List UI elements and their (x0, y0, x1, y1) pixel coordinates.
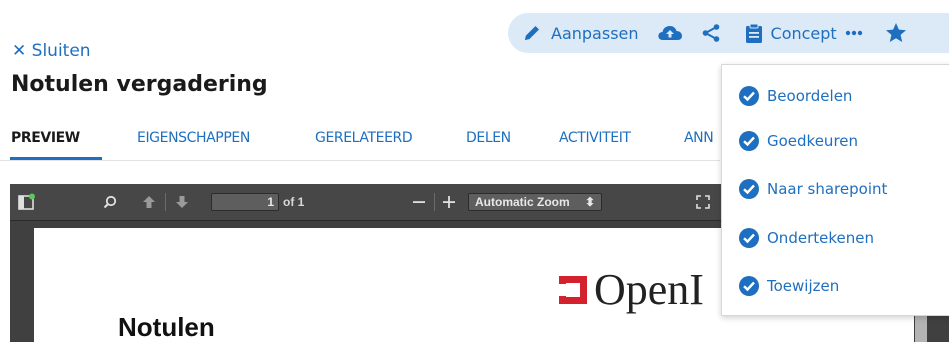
previous-page-icon[interactable] (142, 195, 156, 209)
check-circle-icon (739, 228, 759, 248)
sidebar-toggle-icon[interactable] (18, 193, 36, 211)
menu-item-naar-sharepoint[interactable]: Naar sharepoint (738, 176, 887, 202)
check-circle-icon (739, 179, 759, 199)
toolbar-separator (434, 193, 435, 211)
close-link[interactable]: ✕ Sluiten (12, 41, 91, 61)
menu-item-label: Ondertekenen (767, 229, 874, 247)
favorite-button[interactable] (885, 22, 907, 44)
edit-button[interactable]: Aanpassen (522, 23, 639, 43)
tab-gerelateerd[interactable]: GERELATEERD (315, 130, 413, 146)
menu-item-goedkeuren[interactable]: Goedkeuren (738, 128, 858, 154)
page-number-input[interactable]: 1 (211, 193, 279, 211)
check-circle-icon (739, 131, 759, 151)
check-circle-icon (739, 86, 759, 106)
tab-eigenschappen[interactable]: EIGENSCHAPPEN (137, 130, 250, 146)
menu-item-label: Naar sharepoint (767, 180, 888, 198)
zoom-select[interactable]: Automatic Zoom ⬍ (468, 193, 602, 211)
action-toolbar: Aanpassen Concept (508, 13, 949, 53)
menu-item-label: Toewijzen (767, 277, 840, 295)
tab-bar: PREVIEW EIGENSCHAPPEN GERELATEERD DELEN … (0, 120, 720, 161)
status-button[interactable]: Concept (745, 23, 837, 43)
menu-item-label: Goedkeuren (767, 132, 859, 150)
status-actions-menu: Beoordelen Goedkeuren Naar sharepoint On… (721, 64, 949, 316)
tab-annotaties[interactable]: ANN (684, 130, 714, 146)
pencil-icon (525, 26, 539, 40)
clipboard-icon (745, 23, 762, 43)
share-button[interactable] (701, 23, 721, 43)
star-icon (885, 23, 906, 42)
active-tab-indicator (10, 157, 102, 160)
menu-item-ondertekenen[interactable]: Ondertekenen (738, 225, 874, 251)
search-icon[interactable] (103, 195, 117, 209)
document-heading: Notulen (118, 312, 215, 342)
tab-preview[interactable]: PREVIEW (11, 130, 80, 146)
more-icon (845, 30, 862, 36)
page-title: Notulen vergadering (11, 72, 268, 97)
page-count-label: of 1 (283, 195, 305, 209)
cloud-upload-icon (657, 26, 682, 40)
edit-button-label: Aanpassen (551, 23, 639, 43)
menu-item-toewijzen[interactable]: Toewijzen (738, 273, 839, 299)
tab-activiteit[interactable]: ACTIVITEIT (559, 130, 631, 146)
check-circle-icon (739, 276, 759, 296)
zoom-select-label: Automatic Zoom (475, 195, 570, 209)
status-label: Concept (770, 23, 837, 43)
next-page-icon[interactable] (175, 195, 189, 209)
share-icon (702, 24, 719, 42)
more-button[interactable] (845, 30, 863, 36)
close-label: Sluiten (31, 41, 91, 61)
tab-delen[interactable]: DELEN (466, 130, 511, 146)
select-caret-icon: ⬍ (584, 195, 595, 209)
close-icon: ✕ (12, 41, 27, 61)
fullscreen-icon[interactable] (696, 195, 710, 209)
zoom-in-icon[interactable] (442, 195, 456, 209)
upload-button[interactable] (657, 23, 683, 43)
zoom-out-icon[interactable] (412, 195, 426, 209)
logo-mark-icon (559, 276, 587, 304)
document-logo-text: OpenI (594, 265, 704, 314)
menu-item-label: Beoordelen (767, 87, 853, 105)
toolbar-separator (165, 193, 166, 211)
menu-item-beoordelen[interactable]: Beoordelen (738, 83, 852, 109)
